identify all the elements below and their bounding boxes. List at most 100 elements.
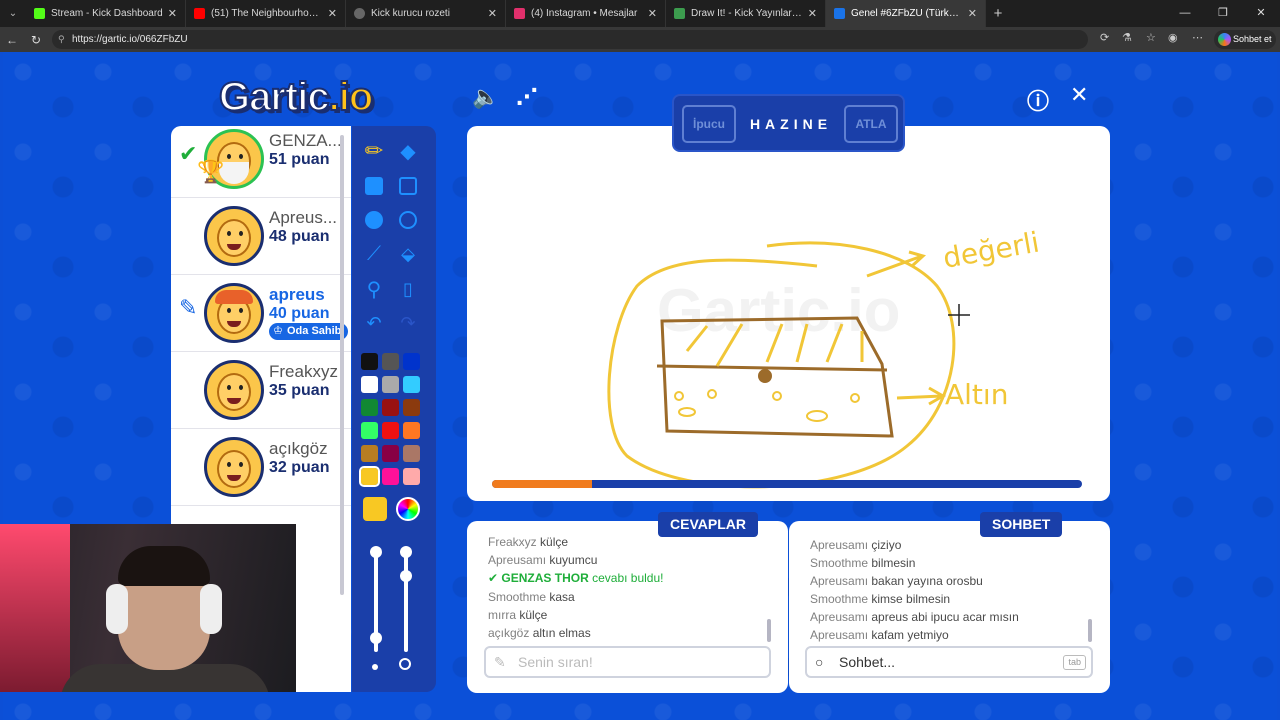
color-swatch[interactable]	[403, 445, 420, 462]
browser-chrome: ⌄ Stream - Kick Dashboard ✕ (51) The Neig…	[0, 0, 1280, 52]
sound-icon[interactable]: 🔈	[472, 84, 499, 110]
color-swatch[interactable]	[361, 353, 378, 370]
color-swatch[interactable]	[382, 376, 399, 393]
close-tab-icon[interactable]: ✕	[808, 7, 817, 20]
browser-tab[interactable]: Kick kurucu rozeti ✕	[346, 0, 506, 27]
color-swatch[interactable]	[361, 422, 378, 439]
player-card[interactable]: Apreus... 48 puan	[171, 198, 351, 275]
hint-button[interactable]: İpucu	[682, 105, 736, 143]
pencil-tool-icon[interactable]: ✏	[360, 137, 388, 165]
maximize-icon[interactable]: ❐	[1204, 0, 1242, 27]
undo-icon[interactable]: ↶	[360, 309, 388, 337]
answers-scrollbar[interactable]	[767, 619, 771, 642]
color-swatch[interactable]	[403, 399, 420, 416]
color-swatch[interactable]	[382, 468, 399, 485]
color-swatch[interactable]	[361, 445, 378, 462]
canvas-text-left: değerli	[940, 226, 1041, 275]
guessed-check-icon: ✔	[179, 141, 198, 166]
browser-tab[interactable]: Stream - Kick Dashboard ✕	[26, 0, 186, 27]
color-swatch[interactable]	[382, 445, 399, 462]
favorites-icon[interactable]: ☆	[1146, 31, 1156, 44]
chat-message: Apreusamı kafam yetmiyo	[810, 628, 949, 642]
chat-title: SOHBET	[980, 512, 1063, 537]
rectangle-outline-icon[interactable]	[394, 172, 422, 200]
minimize-icon[interactable]: —	[1166, 0, 1204, 27]
extensions-icon[interactable]: ⟳	[1100, 31, 1109, 44]
line-tool-icon[interactable]: ⟋	[360, 240, 388, 268]
opacity-slider[interactable]	[404, 552, 408, 652]
color-swatch[interactable]	[359, 466, 380, 487]
info-icon[interactable]: ⓘ	[1027, 84, 1049, 116]
close-tab-icon[interactable]: ✕	[968, 7, 977, 20]
color-swatch[interactable]	[382, 399, 399, 416]
more-icon[interactable]: ⋯	[1192, 31, 1203, 44]
close-tab-icon[interactable]: ✕	[168, 7, 177, 20]
extension-icon[interactable]: ⚗	[1122, 31, 1132, 44]
eyedropper-icon[interactable]: ⚲	[360, 275, 388, 303]
filled-rectangle-icon[interactable]	[360, 172, 388, 200]
drawing-canvas[interactable]: Gartic.io değerli Altın	[467, 126, 1110, 501]
gold-mark	[758, 369, 772, 383]
player-card[interactable]: ✔ 🏆 GENZA... 51 puan	[171, 126, 351, 198]
new-tab-icon[interactable]: +	[986, 5, 1010, 22]
color-swatch[interactable]	[403, 353, 420, 370]
circle-outline-icon[interactable]	[394, 206, 422, 234]
color-swatch[interactable]	[361, 376, 378, 393]
color-swatch[interactable]	[382, 422, 399, 439]
answer-message: Apreusamı kuyumcu	[488, 553, 598, 567]
headphone-icon	[106, 584, 128, 634]
filled-circle-icon[interactable]	[360, 206, 388, 234]
close-tab-icon[interactable]: ✕	[328, 7, 337, 20]
color-swatch[interactable]	[382, 353, 399, 370]
players-scrollbar[interactable]	[340, 135, 344, 595]
redo-icon[interactable]: ↷	[394, 309, 422, 337]
avatar[interactable]: ◉	[1168, 31, 1178, 44]
browser-tab-active[interactable]: Genel #6ZFbZU (Türkçe) - Gartic.io✕	[826, 0, 986, 27]
tab-favicon-icon	[514, 8, 525, 19]
chat-message: Apreusamı bakan yayına orosbu	[810, 574, 983, 588]
webcam-person-hair	[118, 546, 210, 586]
share-icon[interactable]: ⋰	[516, 84, 538, 110]
browser-tab[interactable]: Draw It! - Kick Yayınları İçin Çizim✕	[666, 0, 826, 27]
color-swatch[interactable]	[403, 468, 420, 485]
new-page-icon[interactable]: ▯	[394, 275, 422, 303]
secret-word: HAZINE	[749, 116, 833, 132]
chat-input[interactable]: ○ Sohbet... tab	[805, 646, 1093, 678]
close-icon[interactable]: ✕	[1070, 82, 1088, 108]
player-card[interactable]: açıkgöz 32 puan	[171, 429, 351, 506]
color-wheel-icon[interactable]	[396, 497, 420, 521]
player-card[interactable]: Freakxyz 35 puan	[171, 352, 351, 429]
copilot-chat-button[interactable]: Sohbet et	[1214, 30, 1276, 49]
small-size-dot	[372, 664, 378, 670]
pencil-icon: ✎	[494, 654, 506, 670]
color-swatch[interactable]	[361, 399, 378, 416]
close-tab-icon[interactable]: ✕	[648, 7, 657, 20]
slider-handle[interactable]	[400, 546, 412, 558]
tab-search-icon[interactable]: ⌄	[0, 0, 26, 27]
drawing-tools: ✏ ◆ ⟋ ⬙ ⚲ ▯ ↶ ↷	[352, 126, 436, 692]
browser-tab[interactable]: (51) The Neighbourhood - Sw✕	[186, 0, 346, 27]
reload-icon[interactable]: ↻	[24, 33, 48, 47]
color-swatch[interactable]	[403, 422, 420, 439]
chat-message: Smoothme bilmesin	[810, 556, 916, 570]
site-info-icon[interactable]: ⚲	[58, 30, 65, 49]
slider-handle[interactable]	[400, 570, 412, 582]
back-icon[interactable]: ←	[0, 33, 24, 47]
player-card-drawing[interactable]: ✎ apreus 40 puan ♔ Oda Sahibi	[171, 275, 351, 352]
slider-handle[interactable]	[370, 632, 382, 644]
webcam-overlay	[0, 524, 296, 692]
answer-input[interactable]: ✎ Senin sıran!	[484, 646, 771, 678]
eraser-tool-icon[interactable]: ◆	[394, 137, 422, 165]
chat-scrollbar[interactable]	[1088, 619, 1092, 642]
url-field[interactable]: ⚲ https://gartic.io/066ZFbZU	[52, 30, 1088, 49]
slider-handle[interactable]	[370, 546, 382, 558]
canvas-text-right: Altın	[945, 378, 1008, 411]
chat-message: Smoothme kimse bilmesin	[810, 592, 951, 606]
close-window-icon[interactable]: ✕	[1242, 0, 1280, 27]
current-color	[363, 497, 387, 521]
browser-tab[interactable]: (4) Instagram • Mesajlar ✕	[506, 0, 666, 27]
skip-button[interactable]: ATLA	[844, 105, 898, 143]
close-tab-icon[interactable]: ✕	[488, 7, 497, 20]
color-swatch[interactable]	[403, 376, 420, 393]
fill-bucket-icon[interactable]: ⬙	[394, 240, 422, 268]
